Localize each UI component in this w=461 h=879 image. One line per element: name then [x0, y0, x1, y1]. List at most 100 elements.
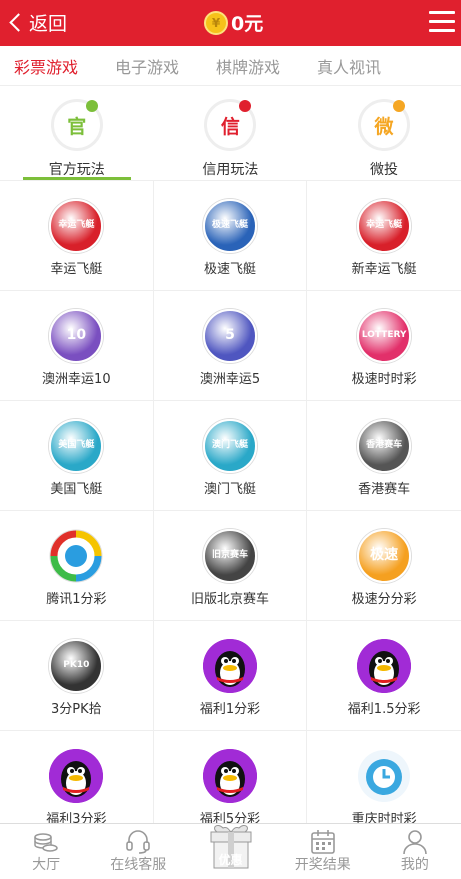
menu-button[interactable]: [429, 11, 455, 33]
game-badge: 澳门飞艇: [211, 440, 248, 451]
game-label: 新幸运飞艇: [351, 262, 417, 277]
mode-tab-0[interactable]: 官官方玩法: [0, 87, 154, 180]
active-tab-underline: [23, 177, 131, 180]
game-label: 极速分分彩: [351, 592, 417, 607]
mode-label: 官方玩法: [48, 162, 105, 178]
game-label: 福利1分彩: [199, 702, 261, 717]
game-badge: LOTTERY: [361, 330, 407, 341]
game-tile[interactable]: 澳门飞艇 澳门飞艇: [154, 401, 308, 511]
penguin-icon: [202, 639, 257, 693]
game-tile[interactable]: 幸运飞艇 新幸运飞艇: [307, 181, 461, 291]
game-grid: 幸运飞艇 幸运飞艇 极速飞艇 极速飞艇 幸运飞艇 新幸运飞艇 10 澳洲幸运10 5 澳洲幸运5 L…: [0, 181, 461, 841]
mode-tab-2[interactable]: 微微投: [307, 87, 461, 180]
mode-label: 微投: [369, 162, 398, 178]
game-label: 澳门飞艇: [203, 482, 256, 497]
game-badge: 香港赛车: [366, 440, 403, 451]
game-tile[interactable]: 香港赛车 香港赛车: [307, 401, 461, 511]
mode-tab-1[interactable]: 信信用玩法: [154, 87, 308, 180]
pk10-icon: PK10: [49, 639, 104, 693]
nav-results[interactable]: 开奖结果: [277, 824, 369, 879]
back-label: 返回: [29, 12, 68, 35]
game-badge: PK10: [63, 660, 90, 671]
tab-chess[interactable]: 棋牌游戏: [216, 54, 280, 78]
penguin-icon: [202, 749, 257, 803]
nav-results-label: 开奖结果: [294, 857, 351, 873]
mode-dot-icon: [239, 100, 252, 112]
game-label: 幸运飞艇: [50, 262, 103, 277]
nav-lobby-label: 大厅: [32, 857, 61, 873]
game-tile[interactable]: 旧京赛车 旧版北京赛车: [154, 511, 308, 621]
game-label: 美国飞艇: [50, 482, 103, 497]
bottom-nav: 大厅 在线客服 优惠 开奖结果 我的: [0, 823, 461, 879]
tencent-icon: [49, 529, 103, 583]
game-tile[interactable]: 美国飞艇 美国飞艇: [0, 401, 154, 511]
user-icon: [403, 830, 427, 855]
nav-customer-service[interactable]: 在线客服: [92, 824, 184, 879]
nav-profile[interactable]: 我的: [369, 824, 461, 879]
beijing-racing-icon: 旧京赛车: [202, 529, 257, 583]
tab-electronic[interactable]: 电子游戏: [115, 54, 179, 78]
chevron-left-icon: [9, 12, 28, 32]
macau-airship-icon: 澳门飞艇: [202, 419, 257, 473]
speed-ffc-icon: 极速: [357, 529, 412, 583]
balance: ¥ 0元: [204, 9, 263, 36]
category-tabs: 彩票游戏 电子游戏 棋牌游戏 真人视讯: [0, 46, 461, 86]
lobby-icon: [34, 833, 58, 852]
game-tile[interactable]: 极速 极速分分彩: [307, 511, 461, 621]
mode-icon: 微: [357, 99, 410, 151]
game-tile[interactable]: LOTTERY 极速时时彩: [307, 291, 461, 401]
lucky-airship-icon: 幸运飞艇: [49, 199, 104, 253]
game-label: 香港赛车: [358, 482, 411, 497]
balance-value: 0元: [231, 13, 264, 35]
game-tile[interactable]: PK10 3分PK拾: [0, 621, 154, 731]
chongqing-ssc-icon: [357, 749, 411, 803]
mode-tabs: 官官方玩法信信用玩法微微投: [0, 87, 461, 181]
game-label: 澳洲幸运10: [42, 372, 111, 387]
game-label: 极速飞艇: [203, 262, 256, 277]
back-button[interactable]: 返回: [6, 8, 67, 36]
game-tile[interactable]: 福利1分彩: [154, 621, 308, 731]
penguin-icon: [357, 639, 412, 693]
tab-live[interactable]: 真人视讯: [317, 54, 381, 78]
mode-icon: 官: [50, 99, 103, 151]
customer-service-icon: [126, 830, 151, 854]
nav-customer-service-label: 在线客服: [110, 857, 167, 873]
game-badge: 5: [225, 327, 235, 344]
game-tile[interactable]: 福利1.5分彩: [307, 621, 461, 731]
game-badge: 幸运飞艇: [58, 220, 95, 231]
game-row: 10 澳洲幸运10 5 澳洲幸运5 LOTTERY 极速时时彩: [0, 291, 461, 401]
tab-lottery[interactable]: 彩票游戏: [14, 54, 78, 78]
mode-label: 信用玩法: [202, 162, 259, 178]
game-tile[interactable]: 腾讯1分彩: [0, 511, 154, 621]
game-row: PK10 3分PK拾 福利1分彩 福利1.5分彩: [0, 621, 461, 731]
game-row: 美国飞艇 美国飞艇 澳门飞艇 澳门飞艇 香港赛车 香港赛车: [0, 401, 461, 511]
nav-profile-label: 我的: [400, 857, 429, 873]
nav-promotions-label: 优惠: [218, 853, 243, 867]
speed-airship-icon: 极速飞艇: [202, 199, 257, 253]
mode-dot-icon: [85, 100, 98, 112]
app: 返回 ¥ 0元 彩票游戏 电子游戏 棋牌游戏 真人视讯 官官方玩法信信用玩法微微…: [0, 0, 461, 879]
game-badge: 极速飞艇: [211, 220, 248, 231]
game-badge: 幸运飞艇: [366, 220, 403, 231]
calendar-icon: [310, 830, 335, 854]
new-lucky-airship-icon: 幸运飞艇: [357, 199, 412, 253]
speed-ssc-icon: LOTTERY: [357, 309, 412, 363]
game-badge: 旧京赛车: [211, 550, 248, 561]
game-tile[interactable]: 10 澳洲幸运10: [0, 291, 154, 401]
mode-dot-icon: [392, 100, 405, 112]
game-badge: 极速: [370, 547, 399, 564]
hamburger-icon: [429, 11, 455, 14]
game-tile[interactable]: 幸运飞艇 幸运飞艇: [0, 181, 154, 291]
game-label: 极速时时彩: [351, 372, 417, 387]
penguin-icon: [49, 749, 104, 803]
game-tile[interactable]: 极速飞艇 极速飞艇: [154, 181, 308, 291]
nav-lobby[interactable]: 大厅: [0, 824, 92, 879]
game-label: 腾讯1分彩: [46, 592, 107, 607]
australia-lucky5-icon: 5: [202, 309, 257, 363]
mode-icon: 信: [204, 99, 257, 151]
australia-lucky10-icon: 10: [49, 309, 104, 363]
game-tile[interactable]: 5 澳洲幸运5: [154, 291, 308, 401]
nav-promotions[interactable]: 优惠: [184, 824, 276, 879]
hk-racing-icon: 香港赛车: [357, 419, 412, 473]
game-label: 3分PK拾: [51, 702, 102, 717]
